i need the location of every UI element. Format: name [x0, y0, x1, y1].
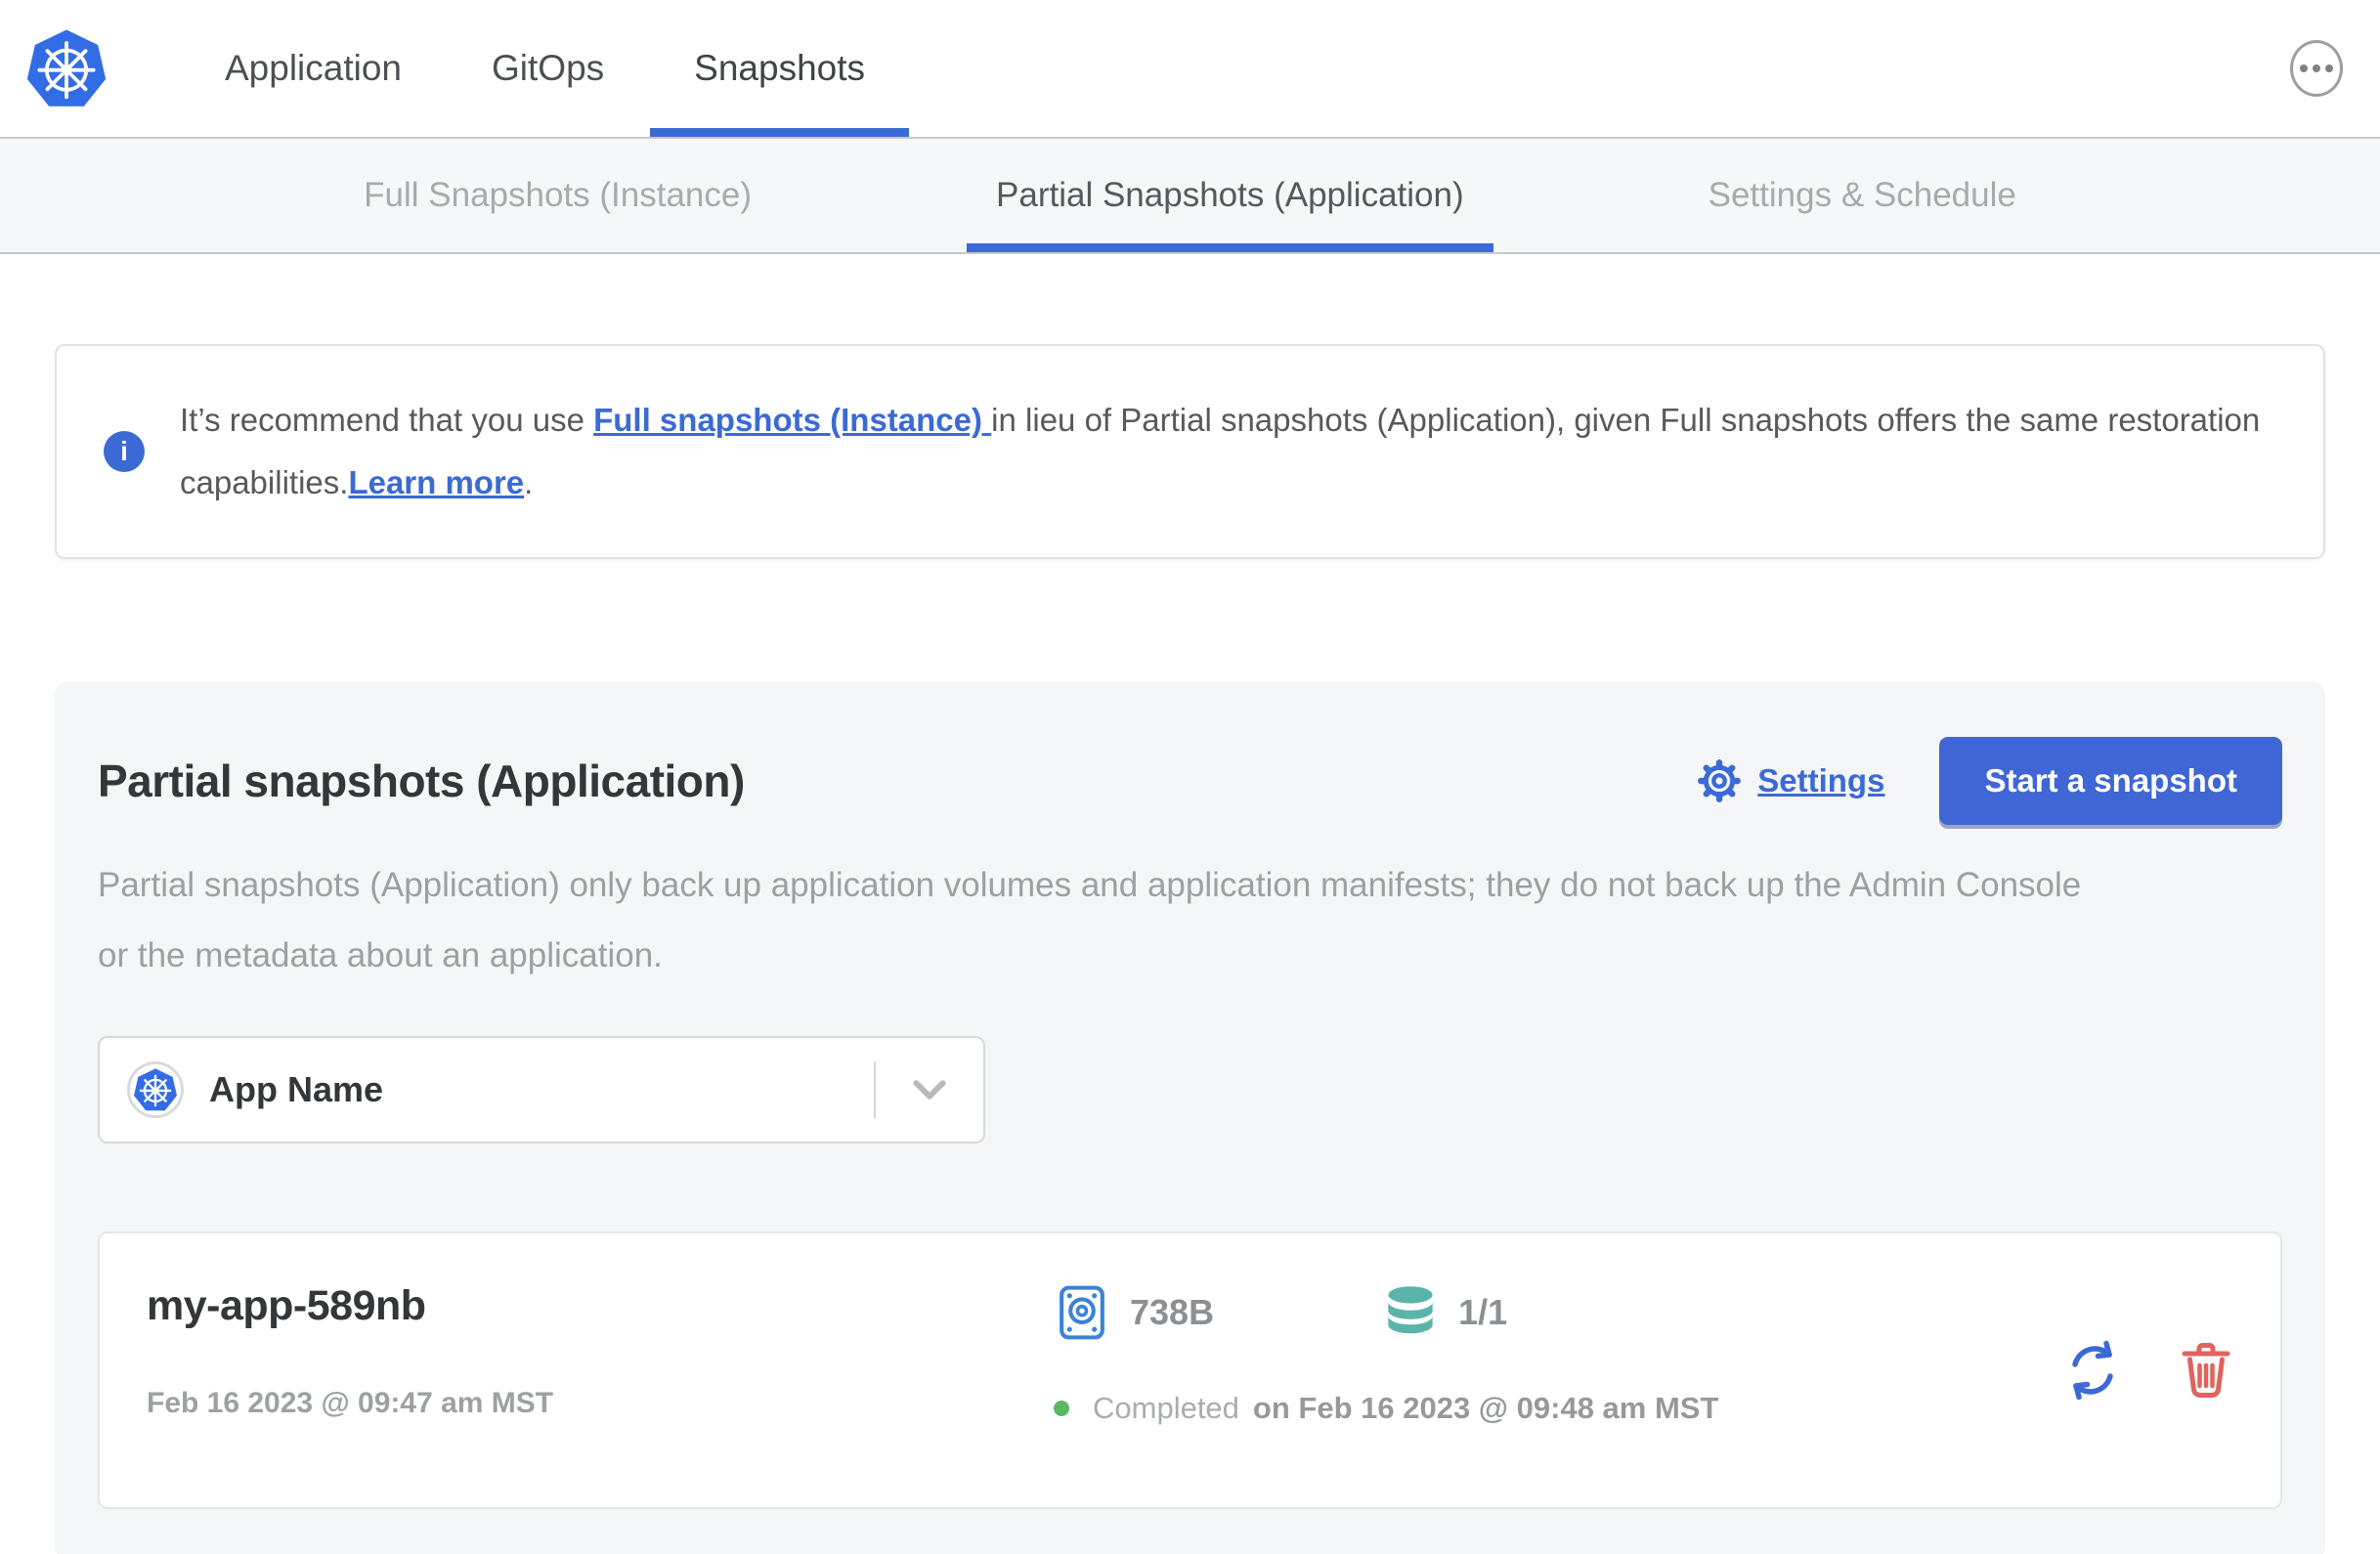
app-name-value: App Name	[209, 1069, 384, 1109]
main-nav: Application GitOps Snapshots	[225, 0, 909, 137]
nav-item-gitops[interactable]: GitOps	[492, 0, 604, 137]
start-snapshot-button[interactable]: Start a snapshot	[1939, 737, 2282, 825]
tab-partial-snapshots[interactable]: Partial Snapshots (Application)	[967, 139, 1493, 252]
snapshot-finished-timestamp: on Feb 16 2023 @ 09:48 am MST	[1252, 1391, 1719, 1425]
snapshot-size: 738B	[1130, 1292, 1215, 1332]
info-icon: i	[104, 431, 145, 472]
info-banner: i It’s recommend that you use Full snaps…	[55, 344, 2325, 559]
learn-more-link[interactable]: Learn more	[348, 464, 524, 500]
nav-item-application[interactable]: Application	[225, 0, 402, 137]
snapshot-status: Completed on Feb 16 2023 @ 09:48 am MST	[1054, 1388, 2061, 1429]
banner-text: It’s recommend that you use Full snapsho…	[180, 402, 2261, 500]
tab-settings-schedule[interactable]: Settings & Schedule	[1709, 139, 2016, 252]
kubernetes-logo-icon	[25, 0, 108, 137]
tab-full-snapshots[interactable]: Full Snapshots (Instance)	[364, 139, 752, 252]
kubernetes-app-icon	[127, 1061, 184, 1118]
app-name-dropdown[interactable]: App Name	[98, 1036, 985, 1144]
settings-link[interactable]: Settings	[1697, 758, 1884, 803]
database-icon	[1388, 1286, 1433, 1334]
disk-icon	[1060, 1285, 1104, 1340]
card-description: Partial snapshots (Application) only bac…	[98, 866, 2082, 974]
status-dot-icon	[1054, 1401, 1069, 1416]
snapshot-name: my-app-589nb	[147, 1282, 426, 1329]
page-title: Partial snapshots (Application)	[98, 755, 745, 806]
full-snapshots-link[interactable]: Full snapshots (Instance)	[593, 402, 991, 438]
status-label: Completed	[1093, 1391, 1239, 1425]
delete-snapshot-button[interactable]	[2175, 1339, 2237, 1402]
snapshot-volumes-stat: 1/1	[1382, 1284, 1507, 1341]
snapshot-started-timestamp: Feb 16 2023 @ 09:47 am MST	[147, 1387, 554, 1419]
partial-snapshots-card: Partial snapshots (Application) Settings…	[55, 682, 2325, 1554]
gear-icon	[1698, 759, 1742, 802]
trash-icon	[2182, 1343, 2230, 1398]
snapshot-volume-count: 1/1	[1458, 1292, 1508, 1332]
snapshot-row: my-app-589nb Feb 16 2023 @ 09:47 am MST …	[98, 1231, 2282, 1509]
top-header: Application GitOps Snapshots	[0, 0, 2380, 139]
snapshot-size-stat: 738B	[1054, 1284, 1214, 1341]
ellipsis-icon	[2300, 65, 2308, 72]
restore-snapshot-button[interactable]	[2061, 1339, 2124, 1402]
restore-arrows-icon	[2072, 1340, 2113, 1401]
nav-item-snapshots[interactable]: Snapshots	[650, 0, 909, 137]
snapshots-subnav: Full Snapshots (Instance) Partial Snapsh…	[0, 139, 2380, 254]
overflow-menu-button[interactable]	[2290, 40, 2343, 97]
chevron-down-icon	[876, 1073, 983, 1106]
